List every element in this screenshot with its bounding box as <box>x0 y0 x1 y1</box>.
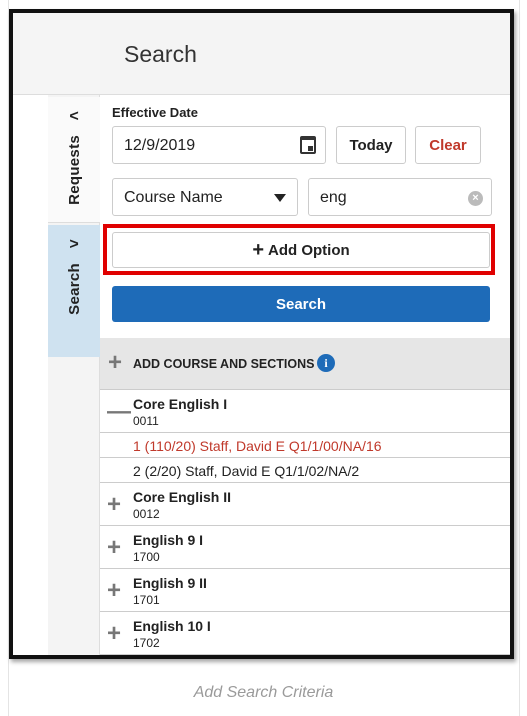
clear-input-icon[interactable]: × <box>468 191 483 206</box>
search-input[interactable]: eng × <box>308 178 492 216</box>
course-name: Core English II <box>133 489 232 505</box>
tab-requests[interactable]: < Requests <box>48 97 100 223</box>
filter-field-value: Course Name <box>124 189 223 206</box>
figure-caption: Add Search Criteria <box>193 684 334 701</box>
effective-date-value: 12/9/2019 <box>124 137 196 154</box>
section-text: 1 (110/20) Staff, David E Q1/1/00/NA/16 <box>133 438 382 454</box>
chevron-right-icon: > <box>69 236 79 253</box>
course-row[interactable]: + English 9 I 1700 <box>100 527 510 569</box>
caret-down-icon <box>274 194 286 202</box>
effective-date-label: Effective Date <box>112 105 198 120</box>
course-row[interactable]: — Core English I 0011 <box>100 391 510 433</box>
expand-icon[interactable]: + <box>107 579 121 603</box>
panel-header: Search <box>100 13 510 95</box>
course-row[interactable]: + English 9 II 1701 <box>100 570 510 612</box>
expand-icon[interactable]: + <box>107 536 121 560</box>
page-title: Search <box>124 41 197 67</box>
clear-button[interactable]: Clear <box>415 126 481 164</box>
add-course-and-sections-bar[interactable]: + ADD COURSE AND SECTIONS i <box>100 338 510 390</box>
add-option-label: Add Option <box>268 241 350 259</box>
tab-search[interactable]: > Search <box>48 225 100 357</box>
rail-top <box>13 13 100 95</box>
chevron-left-icon: < <box>69 108 79 125</box>
course-number: 0011 <box>133 414 159 428</box>
course-name: English 9 I <box>133 532 204 548</box>
expand-icon[interactable]: + <box>107 622 121 646</box>
search-panel: Search Effective Date 12/9/2019 Today Cl… <box>100 13 510 655</box>
course-row[interactable]: + Core English II 0012 <box>100 484 510 526</box>
search-input-value: eng <box>320 189 347 206</box>
filter-field-select[interactable]: Course Name <box>112 178 298 216</box>
calendar-icon[interactable] <box>300 136 316 154</box>
course-name: English 10 I <box>133 618 211 634</box>
tab-search-label: Search <box>65 263 83 315</box>
section-row[interactable]: 1 (110/20) Staff, David E Q1/1/00/NA/16 <box>100 434 510 458</box>
plus-icon: + <box>252 238 265 261</box>
course-number: 1701 <box>133 593 160 607</box>
section-text: 2 (2/20) Staff, David E Q1/1/02/NA/2 <box>133 463 360 479</box>
section-row[interactable]: 2 (2/20) Staff, David E Q1/1/02/NA/2 <box>100 459 510 483</box>
effective-date-input[interactable]: 12/9/2019 <box>112 126 326 164</box>
course-number: 0012 <box>133 507 160 521</box>
course-number: 1700 <box>133 550 160 564</box>
info-icon[interactable]: i <box>317 354 335 372</box>
today-button[interactable]: Today <box>336 126 406 164</box>
course-number: 1702 <box>133 636 160 650</box>
side-rail: < Requests > Search <box>13 13 100 655</box>
course-name: Core English I <box>133 396 228 412</box>
expand-icon[interactable]: + <box>107 493 121 517</box>
search-button[interactable]: Search <box>112 286 490 322</box>
plus-icon: + <box>108 349 123 376</box>
add-option-button[interactable]: + Add Option <box>112 232 490 268</box>
course-name: English 9 II <box>133 575 207 591</box>
course-row[interactable]: + English 10 I 1702 <box>100 613 510 655</box>
screenshot-frame: < Requests > Search Search Effective Dat… <box>9 9 514 659</box>
tab-requests-label: Requests <box>65 135 83 205</box>
add-course-label: ADD COURSE AND SECTIONS <box>133 357 315 371</box>
collapse-icon[interactable]: — <box>107 400 131 424</box>
page-border-right <box>519 0 520 716</box>
